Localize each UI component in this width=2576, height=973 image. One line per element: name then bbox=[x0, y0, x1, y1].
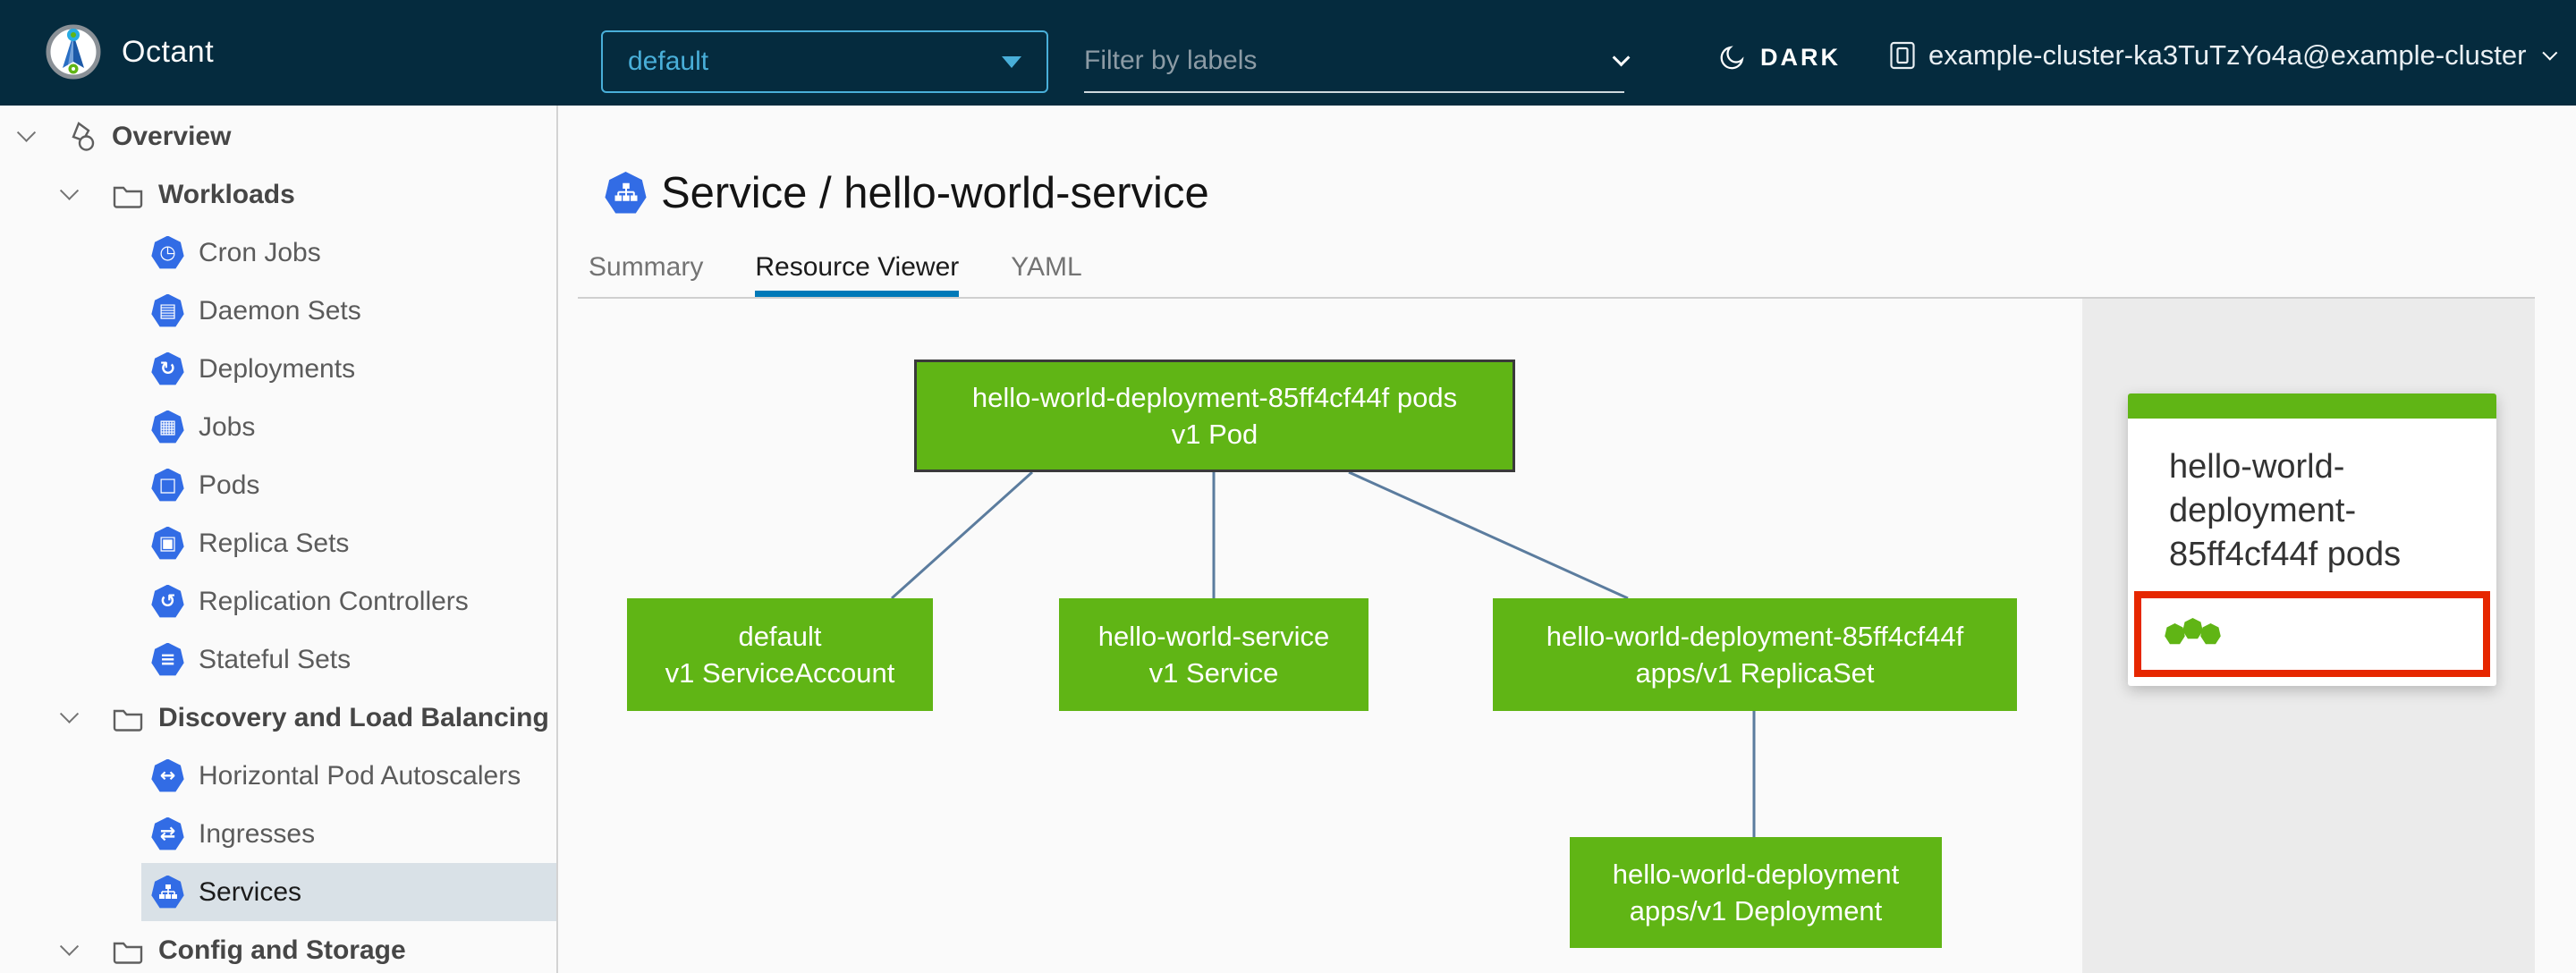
sidebar-item-daemon-sets[interactable]: Daemon Sets bbox=[0, 282, 556, 340]
cluster-icon bbox=[1889, 40, 1916, 71]
dropdown-arrow-icon bbox=[1002, 55, 1021, 68]
chevron-down-icon bbox=[1612, 48, 1631, 67]
node-kind: v1 ServiceAccount bbox=[665, 657, 895, 689]
k8s-replicasets-icon bbox=[151, 526, 184, 560]
applications-icon bbox=[65, 120, 99, 154]
sidebar-item-ingresses[interactable]: Ingresses bbox=[0, 805, 556, 863]
tab-resource-viewer[interactable]: Resource Viewer bbox=[755, 240, 959, 297]
k8s-ingresses-icon bbox=[151, 816, 184, 850]
k8s-services-icon bbox=[151, 875, 184, 909]
sidebar-item-stateful-sets[interactable]: Stateful Sets bbox=[0, 630, 556, 689]
chevron-down-icon bbox=[2542, 45, 2558, 61]
sidebar-item-replication-controllers[interactable]: Replication Controllers bbox=[0, 572, 556, 630]
cluster-selector[interactable]: example-cluster-ka3TuTzYo4a@example-clus… bbox=[1889, 32, 2558, 79]
sidebar-item-deployments[interactable]: Deployments bbox=[0, 340, 556, 398]
k8s-daemonsets-icon bbox=[151, 293, 184, 327]
tab-summary[interactable]: Summary bbox=[589, 240, 703, 297]
app-header: Octant default Filter by labels DARK exa… bbox=[0, 0, 2576, 106]
k8s-hpa-icon bbox=[151, 758, 184, 792]
theme-toggle-label: DARK bbox=[1760, 43, 1841, 71]
folder-icon bbox=[112, 181, 144, 209]
sidebar-item-services[interactable]: Services bbox=[0, 863, 556, 921]
moon-icon bbox=[1719, 44, 1746, 71]
chevron-down-icon[interactable] bbox=[59, 936, 80, 956]
brand: Octant bbox=[45, 23, 214, 80]
graph-node-service[interactable]: hello-world-service v1 Service bbox=[1059, 598, 1368, 711]
card-title: hello-world-deployment-85ff4cf44f pods bbox=[2169, 448, 2402, 573]
label-filter-placeholder: Filter by labels bbox=[1084, 46, 1258, 75]
sidebar-item-config-and-storage[interactable]: Config and Storage bbox=[0, 921, 556, 973]
sidebar-item-overview[interactable]: Overview bbox=[0, 107, 556, 165]
pod-ok-dot-icon bbox=[2182, 618, 2203, 639]
sidebar-item-replica-sets[interactable]: Replica Sets bbox=[0, 514, 556, 572]
pod-ok-dot-icon bbox=[2200, 623, 2221, 645]
k8s-deployments-icon bbox=[151, 351, 184, 385]
node-kind: apps/v1 ReplicaSet bbox=[1635, 657, 1875, 689]
sidebar-item-horizontal-pod-autoscalers[interactable]: Horizontal Pod Autoscalers bbox=[0, 747, 556, 805]
node-name: hello-world-deployment bbox=[1612, 859, 1900, 890]
node-name: hello-world-deployment-85ff4cf44f bbox=[1546, 621, 1964, 652]
node-kind: v1 Service bbox=[1148, 657, 1279, 689]
chevron-down-icon[interactable] bbox=[59, 181, 80, 200]
page-title: Service / hello-world-service bbox=[661, 169, 1209, 217]
octant-logo-icon bbox=[45, 23, 102, 80]
folder-icon bbox=[112, 704, 144, 732]
status-strip bbox=[2128, 393, 2496, 419]
sidebar-item-cron-jobs[interactable]: Cron Jobs bbox=[0, 224, 556, 282]
selected-resource-card[interactable]: hello-world-deployment-85ff4cf44f pods bbox=[2128, 393, 2496, 686]
node-name: hello-world-deployment-85ff4cf44f pods bbox=[971, 382, 1458, 413]
k8s-replicationcontrollers-icon bbox=[151, 584, 184, 618]
node-kind: apps/v1 Deployment bbox=[1629, 895, 1883, 926]
k8s-cronjobs-icon bbox=[151, 235, 184, 269]
graph-node-deployment[interactable]: hello-world-deployment apps/v1 Deploymen… bbox=[1570, 837, 1942, 948]
graph-node-serviceaccount[interactable]: default v1 ServiceAccount bbox=[627, 598, 933, 711]
octant-app: Octant default Filter by labels DARK exa… bbox=[0, 0, 2576, 973]
main-content: Service / hello-world-service Summary Re… bbox=[560, 106, 2576, 973]
sidebar: Overview Workloads Cron Jobs Daemon Sets… bbox=[0, 106, 558, 973]
namespace-selector[interactable]: default bbox=[601, 30, 1048, 93]
detail-panel: hello-world-deployment-85ff4cf44f pods bbox=[2082, 299, 2535, 973]
sidebar-item-discovery-and-load-balancing[interactable]: Discovery and Load Balancing bbox=[0, 689, 556, 747]
graph-node-pod[interactable]: hello-world-deployment-85ff4cf44f pods v… bbox=[914, 360, 1515, 472]
service-kind-icon bbox=[605, 172, 647, 214]
k8s-pods-icon bbox=[151, 468, 184, 502]
sidebar-item-pods[interactable]: Pods bbox=[0, 456, 556, 514]
graph-node-replicaset[interactable]: hello-world-deployment-85ff4cf44f apps/v… bbox=[1493, 598, 2017, 711]
sidebar-item-workloads[interactable]: Workloads bbox=[0, 165, 556, 224]
k8s-jobs-icon bbox=[151, 410, 184, 444]
node-name: hello-world-service bbox=[1097, 621, 1330, 652]
theme-toggle[interactable]: DARK bbox=[1719, 34, 1841, 80]
page-header: Service / hello-world-service bbox=[605, 168, 1209, 218]
resource-viewer: hello-world-deployment-85ff4cf44f pods v… bbox=[560, 299, 2576, 973]
cluster-context-value: example-cluster-ka3TuTzYo4a@example-clus… bbox=[1928, 39, 2527, 71]
label-filter-input[interactable]: Filter by labels bbox=[1084, 30, 1631, 93]
pod-ok-dot-icon bbox=[2165, 623, 2185, 645]
tab-bar: Summary Resource Viewer YAML bbox=[578, 240, 2535, 299]
chevron-down-icon[interactable] bbox=[16, 123, 37, 142]
tab-yaml[interactable]: YAML bbox=[1011, 240, 1081, 297]
folder-icon bbox=[112, 936, 144, 965]
app-title: Octant bbox=[122, 34, 215, 69]
chevron-down-icon[interactable] bbox=[59, 704, 80, 723]
node-kind: v1 Pod bbox=[1171, 419, 1258, 450]
graph-canvas[interactable]: hello-world-deployment-85ff4cf44f pods v… bbox=[560, 299, 2082, 973]
node-name: default bbox=[738, 621, 822, 652]
sidebar-item-jobs[interactable]: Jobs bbox=[0, 398, 556, 456]
pod-status-highlight[interactable] bbox=[2134, 591, 2490, 677]
k8s-statefulsets-icon bbox=[151, 642, 184, 676]
namespace-value: default bbox=[628, 47, 709, 76]
